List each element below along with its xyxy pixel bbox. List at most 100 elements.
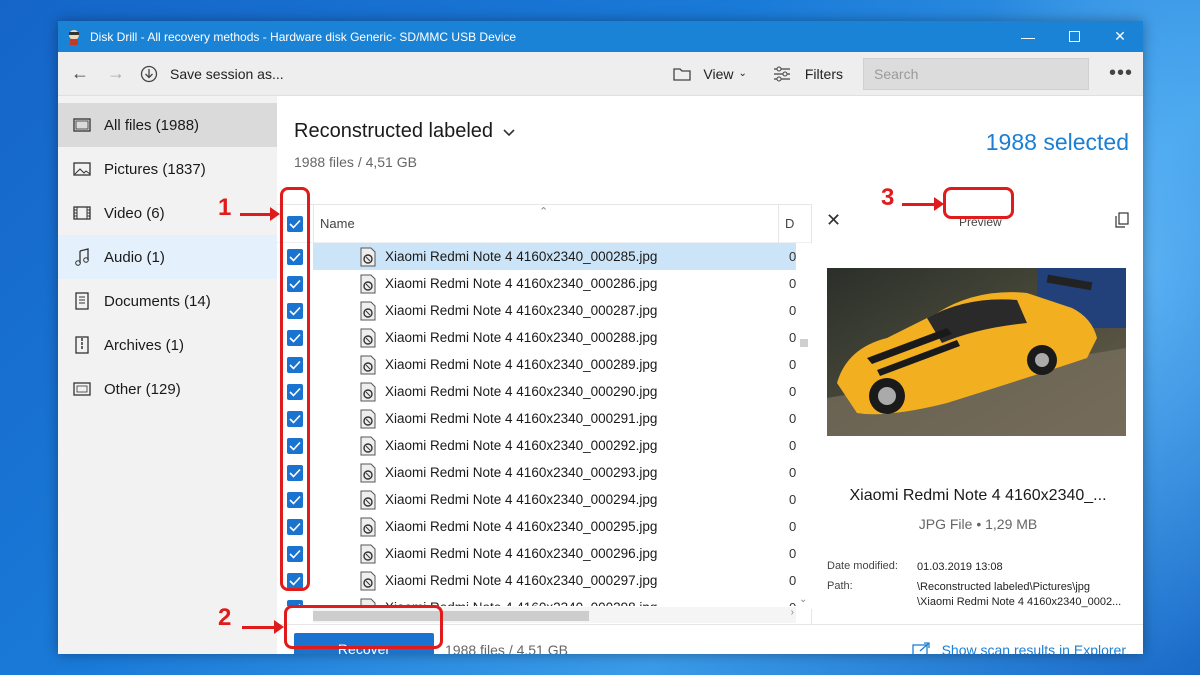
selected-count: 1988 selected (985, 129, 1129, 155)
close-window-icon[interactable]: ✕ (1097, 21, 1143, 52)
sidebar-item-label: Documents (14) (104, 292, 211, 310)
file-name: Xiaomi Redmi Note 4 4160x2340_000293.jpg (385, 465, 658, 480)
path-value-line2: \Xiaomi Redmi Note 4 4160x2340_0002... (917, 596, 1122, 608)
sort-ascending-icon: ⌃ (539, 206, 549, 218)
column-header-date-label: D (785, 216, 795, 231)
file-rows: Xiaomi Redmi Note 4 4160x2340_000285.jpg… (277, 243, 811, 606)
sidebar-item-other[interactable]: Other (129) (58, 367, 277, 411)
table-row[interactable]: Xiaomi Redmi Note 4 4160x2340_000286.jpg… (277, 270, 811, 297)
minimize-icon[interactable]: — (1005, 21, 1051, 52)
music-note-icon (72, 248, 92, 266)
table-row[interactable]: Xiaomi Redmi Note 4 4160x2340_000290.jpg… (277, 378, 811, 405)
file-name: Xiaomi Redmi Note 4 4160x2340_000285.jpg (385, 249, 658, 264)
view-label: View (703, 65, 734, 82)
title-bar: Disk Drill - All recovery methods - Hard… (58, 21, 1143, 52)
film-icon (72, 205, 92, 221)
annotation-box-checkboxes (280, 187, 310, 591)
archive-icon (72, 336, 92, 354)
jpg-file-icon (359, 409, 377, 429)
app-window: Disk Drill - All recovery methods - Hard… (58, 21, 1143, 654)
column-header-date[interactable]: D (778, 204, 795, 243)
bottom-files-summary: 1988 files / 4,51 GB (445, 642, 568, 654)
sidebar-item-label: Video (6) (104, 204, 165, 222)
sidebar-item-pictures[interactable]: Pictures (1837) (58, 147, 277, 191)
annotation-number-1: 1 (218, 194, 232, 221)
close-preview-icon[interactable]: ✕ (826, 210, 841, 231)
sidebar-item-documents[interactable]: Documents (14) (58, 279, 277, 323)
path-label: Path: (827, 580, 853, 592)
folder-icon (673, 67, 692, 81)
picture-icon (72, 161, 92, 177)
jpg-file-icon (359, 544, 377, 564)
jpg-file-icon (359, 328, 377, 348)
jpg-file-icon (359, 382, 377, 402)
sidebar-item-audio[interactable]: Audio (1) (58, 235, 277, 279)
vertical-scrollbar-thumb[interactable] (800, 339, 808, 347)
sidebar-item-label: Pictures (1837) (104, 160, 206, 178)
show-in-explorer-link[interactable]: Show scan results in Explorer (911, 642, 1126, 654)
annotation-arrow-3 (902, 197, 944, 211)
preview-panel: ✕ Preview Xiaomi Redmi Note 4 4160x2340_… (813, 204, 1143, 624)
jpg-file-icon (359, 517, 377, 537)
scroll-right-icon[interactable]: › (791, 607, 794, 618)
toolbar: ← → Save session as... View ⌄ Filters Se… (58, 52, 1143, 96)
file-name: Xiaomi Redmi Note 4 4160x2340_000289.jpg (385, 357, 658, 372)
table-row[interactable]: Xiaomi Redmi Note 4 4160x2340_000295.jpg… (277, 513, 811, 540)
sidebar-item-archives[interactable]: Archives (1) (58, 323, 277, 367)
filters-button[interactable]: Filters (767, 52, 849, 96)
table-row[interactable]: Xiaomi Redmi Note 4 4160x2340_000292.jpg… (277, 432, 811, 459)
jpg-file-icon (359, 247, 377, 267)
scroll-down-icon[interactable]: ⌄ (799, 594, 807, 605)
back-arrow-icon[interactable]: ← (62, 52, 98, 96)
files-summary: 1988 files / 4,51 GB (294, 154, 417, 170)
file-name: Xiaomi Redmi Note 4 4160x2340_000288.jpg (385, 330, 658, 345)
chevron-down-icon (503, 124, 515, 140)
table-row[interactable]: Xiaomi Redmi Note 4 4160x2340_000296.jpg… (277, 540, 811, 567)
table-row[interactable]: Xiaomi Redmi Note 4 4160x2340_000291.jpg… (277, 405, 811, 432)
file-name: Xiaomi Redmi Note 4 4160x2340_000290.jpg (385, 384, 658, 399)
file-name: Xiaomi Redmi Note 4 4160x2340_000294.jpg (385, 492, 658, 507)
column-header-name-label: Name (320, 216, 355, 231)
sidebar-item-all-files[interactable]: All files (1988) (58, 103, 277, 147)
search-input[interactable]: Search (863, 57, 1089, 90)
save-session-button[interactable]: Save session as... (134, 52, 290, 96)
copy-icon[interactable] (1115, 212, 1129, 228)
jpg-file-icon (359, 490, 377, 510)
jpg-file-icon (359, 571, 377, 591)
chevron-down-icon: ⌄ (738, 68, 747, 79)
forward-arrow-icon[interactable]: → (98, 52, 134, 96)
table-row[interactable]: Xiaomi Redmi Note 4 4160x2340_000285.jpg… (277, 243, 811, 270)
table-row[interactable]: Xiaomi Redmi Note 4 4160x2340_000287.jpg… (277, 297, 811, 324)
table-row[interactable]: Xiaomi Redmi Note 4 4160x2340_000288.jpg… (277, 324, 811, 351)
folder-title-dropdown[interactable]: Reconstructed labeled (294, 120, 515, 143)
jpg-file-icon (359, 301, 377, 321)
annotation-box-recover (284, 605, 443, 649)
page-title: Reconstructed labeled (294, 120, 494, 142)
sidebar-item-label: Audio (1) (104, 248, 165, 266)
annotation-number-3: 3 (881, 184, 895, 211)
disk-drill-app-icon (66, 29, 82, 45)
file-name: Xiaomi Redmi Note 4 4160x2340_000292.jpg (385, 438, 658, 453)
main-panel: Reconstructed labeled 1988 files / 4,51 … (277, 96, 1143, 654)
preview-file-name: Xiaomi Redmi Note 4 4160x2340_... (849, 487, 1107, 504)
annotation-arrow-2 (242, 620, 284, 634)
vertical-scrollbar[interactable]: ⌄ (796, 243, 812, 609)
table-row[interactable]: Xiaomi Redmi Note 4 4160x2340_000289.jpg… (277, 351, 811, 378)
document-icon (72, 292, 92, 310)
file-list: ⌃ Name D Xiaomi Redmi Note 4 4160x2340_0… (277, 204, 812, 624)
maximize-icon[interactable] (1051, 21, 1097, 52)
download-icon (140, 65, 158, 83)
view-menu-button[interactable]: View ⌄ (667, 52, 752, 96)
annotation-arrow-1 (240, 207, 280, 221)
window-title: Disk Drill - All recovery methods - Hard… (90, 29, 517, 44)
file-name: Xiaomi Redmi Note 4 4160x2340_000295.jpg (385, 519, 658, 534)
sidebar-item-label: Other (129) (104, 380, 181, 398)
all-files-icon (72, 117, 92, 133)
jpg-file-icon (359, 463, 377, 483)
date-modified-label: Date modified: (827, 560, 898, 572)
more-options-icon[interactable]: ••• (1103, 52, 1139, 96)
table-row[interactable]: Xiaomi Redmi Note 4 4160x2340_000294.jpg… (277, 486, 811, 513)
date-modified-value: 01.03.2019 13:08 (917, 561, 1003, 573)
table-row[interactable]: Xiaomi Redmi Note 4 4160x2340_000293.jpg… (277, 459, 811, 486)
table-row[interactable]: Xiaomi Redmi Note 4 4160x2340_000297.jpg… (277, 567, 811, 594)
